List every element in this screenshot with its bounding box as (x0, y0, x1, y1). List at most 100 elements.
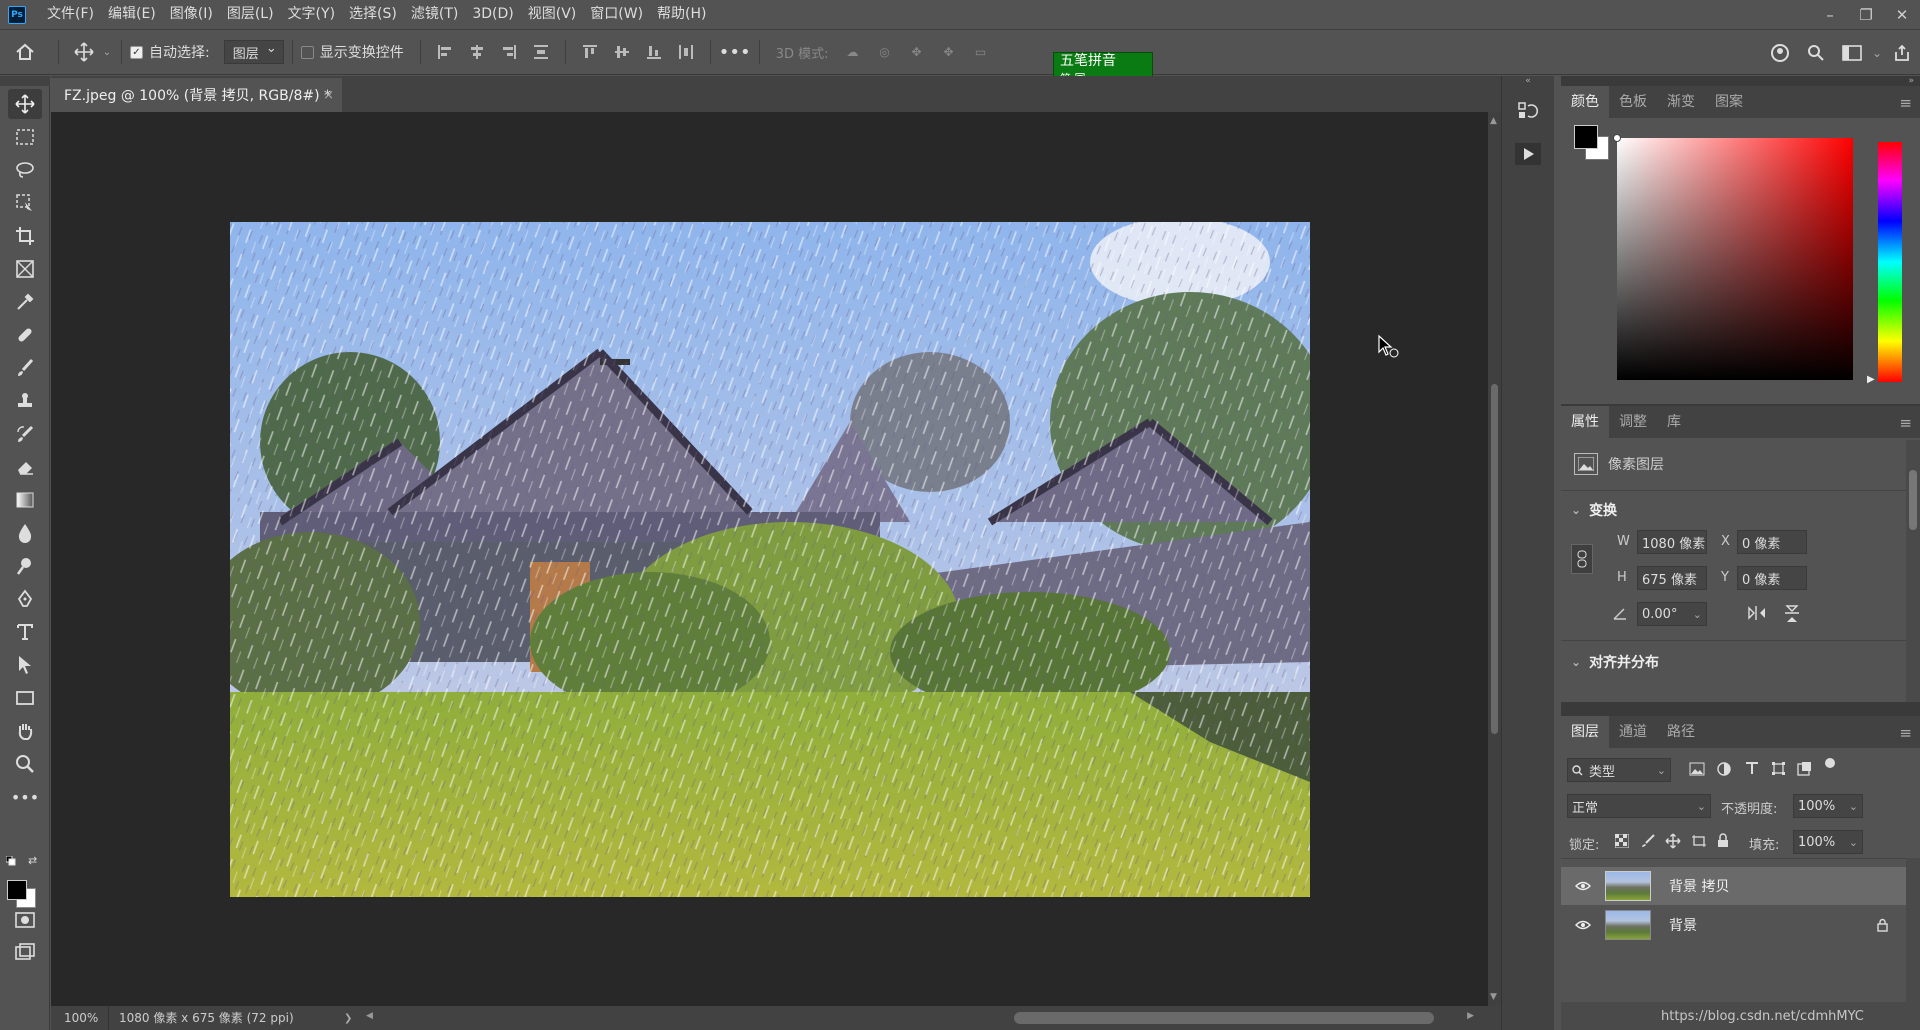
hue-slider-handle[interactable]: ▶ (1867, 374, 1875, 385)
scroll-up-icon[interactable]: ▲ (1490, 116, 1497, 126)
marquee-tool-icon[interactable] (8, 122, 42, 152)
color-picker-marker[interactable] (1613, 134, 1621, 142)
tab-layers[interactable]: 图层 (1561, 716, 1609, 748)
close-icon[interactable]: ✕ (1884, 0, 1920, 29)
properties-scroll-thumb[interactable] (1909, 470, 1917, 530)
3d-slide-icon[interactable]: ✥ (938, 41, 960, 63)
flip-horizontal-icon[interactable] (1747, 604, 1767, 622)
frame-tool-icon[interactable] (8, 254, 42, 284)
object-selection-tool-icon[interactable] (8, 188, 42, 218)
visibility-eye-icon[interactable] (1571, 881, 1595, 891)
close-tab-icon[interactable]: × (323, 88, 334, 103)
menu-select[interactable]: 选择(S) (342, 0, 404, 29)
flip-vertical-icon[interactable] (1783, 604, 1801, 624)
move-tool-icon[interactable] (8, 89, 42, 119)
angle-field[interactable]: 0.00° ⌄ (1637, 602, 1707, 626)
vertical-scroll-thumb[interactable] (1491, 384, 1498, 734)
tab-color[interactable]: 颜色 (1561, 86, 1609, 118)
lock-all-icon[interactable] (1717, 833, 1729, 848)
distribute-horizontal-icon[interactable] (675, 41, 697, 63)
path-selection-tool-icon[interactable] (8, 650, 42, 680)
3d-roll-icon[interactable]: ◎ (874, 41, 896, 63)
filter-type-icon[interactable] (1745, 761, 1759, 775)
menu-3d[interactable]: 3D(D) (465, 0, 520, 29)
share-icon[interactable] (1884, 44, 1920, 62)
tab-gradients[interactable]: 渐变 (1657, 86, 1705, 118)
brush-tool-icon[interactable] (8, 353, 42, 383)
crop-tool-icon[interactable] (8, 221, 42, 251)
align-section-header[interactable]: ⌄ 对齐并分布 (1571, 652, 1659, 672)
user-icon[interactable] (1762, 43, 1798, 63)
type-tool-icon[interactable] (8, 617, 42, 647)
quick-mask-icon[interactable] (8, 905, 42, 935)
fill-field[interactable]: 100% ⌄ (1793, 830, 1863, 854)
collapse-right-dock-icon[interactable]: » (1561, 76, 1920, 86)
chevron-down-icon[interactable]: ⌄ (101, 47, 113, 58)
distribute-vertical-icon[interactable] (530, 41, 552, 63)
tab-adjustments[interactable]: 调整 (1609, 406, 1657, 438)
lock-pixels-icon[interactable] (1641, 834, 1655, 848)
align-bottom-icon[interactable] (643, 41, 665, 63)
zoom-level[interactable]: 100% (51, 1006, 109, 1030)
menu-help[interactable]: 帮助(H) (650, 0, 713, 29)
horizontal-scrollbar[interactable]: ◀ ▶ (364, 1006, 1484, 1030)
align-center-h-icon[interactable] (466, 41, 488, 63)
move-tool-preset-icon[interactable] (67, 42, 101, 62)
status-menu-icon[interactable]: ❯ (344, 1013, 364, 1024)
more-options-icon[interactable]: ••• (719, 41, 751, 63)
3d-pan-icon[interactable]: ✥ (906, 41, 928, 63)
canvas-viewport[interactable] (51, 112, 1488, 1006)
horizontal-scroll-thumb[interactable] (1014, 1012, 1434, 1024)
align-top-icon[interactable] (579, 41, 601, 63)
filter-smart-object-icon[interactable] (1797, 761, 1812, 776)
y-field[interactable]: 0 像素 (1737, 566, 1807, 590)
tab-properties[interactable]: 属性 (1561, 406, 1609, 438)
layer-lock-icon[interactable] (1877, 918, 1888, 932)
actions-panel-icon[interactable] (1509, 136, 1547, 172)
lock-transparent-icon[interactable] (1615, 834, 1629, 848)
height-field[interactable]: 675 像素 (1637, 566, 1707, 590)
scroll-right-icon[interactable]: ▶ (1467, 1011, 1474, 1021)
menu-filter[interactable]: 滤镜(T) (404, 0, 465, 29)
hue-slider[interactable] (1878, 142, 1902, 382)
layer-row[interactable]: 背景 拷贝 (1561, 867, 1906, 905)
link-dimensions-icon[interactable] (1571, 544, 1593, 574)
collapse-dock-icon[interactable]: « (1502, 76, 1554, 86)
history-panel-icon[interactable] (1509, 93, 1547, 129)
foreground-color-chip[interactable] (1574, 125, 1598, 149)
blend-mode-dropdown[interactable]: 正常 ⌄ (1567, 794, 1711, 818)
toolbox-collapse-strip[interactable] (0, 76, 50, 86)
lock-position-icon[interactable] (1665, 833, 1681, 849)
align-left-icon[interactable] (434, 41, 456, 63)
opacity-field[interactable]: 100% ⌄ (1793, 794, 1863, 818)
auto-select-dropdown[interactable]: 图层 (223, 40, 284, 64)
filter-toggle-icon[interactable] (1825, 758, 1835, 768)
panel-menu-icon[interactable]: ≡ (1899, 724, 1912, 742)
rectangle-tool-icon[interactable] (8, 683, 42, 713)
clone-stamp-tool-icon[interactable] (8, 386, 42, 416)
align-middle-v-icon[interactable] (611, 41, 633, 63)
swap-colors-icon[interactable]: ⇄ (28, 854, 37, 867)
menu-type[interactable]: 文字(Y) (281, 0, 342, 29)
tab-libraries[interactable]: 库 (1657, 406, 1691, 438)
menu-file[interactable]: 文件(F) (40, 0, 101, 29)
layer-name[interactable]: 背景 (1669, 915, 1697, 935)
healing-brush-tool-icon[interactable] (8, 320, 42, 350)
menu-image[interactable]: 图像(I) (163, 0, 220, 29)
transform-section-header[interactable]: ⌄ 变换 (1571, 500, 1617, 520)
history-brush-tool-icon[interactable] (8, 419, 42, 449)
gradient-tool-icon[interactable] (8, 485, 42, 515)
layer-filter-dropdown[interactable]: 类型 ⌄ (1567, 758, 1671, 782)
layer-name[interactable]: 背景 拷贝 (1669, 876, 1729, 896)
align-right-icon[interactable] (498, 41, 520, 63)
restore-icon[interactable]: ❐ (1848, 0, 1884, 29)
panel-menu-icon[interactable]: ≡ (1899, 94, 1912, 112)
screen-mode-icon[interactable] (8, 937, 42, 967)
edit-toolbar-icon[interactable]: ••• (8, 782, 42, 812)
document-info[interactable]: 1080 像素 x 675 像素 (72 ppi) (109, 1006, 344, 1030)
tab-paths[interactable]: 路径 (1657, 716, 1705, 748)
menu-edit[interactable]: 编辑(E) (101, 0, 163, 29)
x-field[interactable]: 0 像素 (1737, 530, 1807, 554)
minimize-icon[interactable]: – (1812, 0, 1848, 29)
layer-row[interactable]: 背景 (1561, 906, 1906, 944)
